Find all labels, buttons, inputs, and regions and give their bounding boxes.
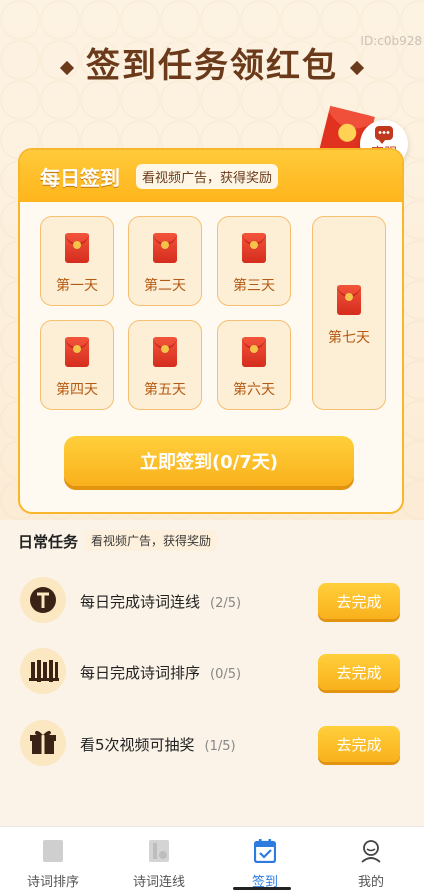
- gift-icon: [20, 720, 66, 766]
- day-card-7[interactable]: 第七天: [312, 216, 386, 410]
- sort-icon: [43, 840, 63, 862]
- tab-poem-sort[interactable]: 诗词排序: [0, 827, 106, 892]
- bars-sort-icon: [20, 648, 66, 694]
- daily-signin-subtitle: 看视频广告，获得奖励: [136, 164, 279, 189]
- day-card-1[interactable]: 第一天: [40, 216, 114, 306]
- task-go-button[interactable]: 去完成: [318, 654, 400, 690]
- chat-bubble-icon: [375, 126, 393, 144]
- day-card-4[interactable]: 第四天: [40, 320, 114, 410]
- task-progress: (1/5): [204, 739, 236, 754]
- link-icon: [149, 840, 169, 862]
- task-go-button[interactable]: 去完成: [318, 726, 400, 762]
- tab-label: 诗词连线: [132, 875, 185, 890]
- tab-profile[interactable]: 我的: [318, 827, 424, 892]
- tab-signin[interactable]: 签到: [212, 827, 318, 892]
- daily-signin-title: 每日签到: [40, 166, 120, 190]
- diamond-left-icon: [59, 60, 75, 75]
- task-go-button[interactable]: 去完成: [318, 583, 400, 619]
- home-indicator: [233, 887, 291, 890]
- task-progress: (0/5): [210, 667, 242, 682]
- red-envelope-icon: [337, 285, 361, 315]
- tab-label: 诗词排序: [26, 875, 79, 890]
- calendar-check-icon: [254, 839, 276, 863]
- day-label: 第五天: [144, 382, 186, 398]
- tab-poem-link[interactable]: 诗词连线: [106, 827, 212, 892]
- user-icon: [361, 840, 381, 863]
- task-row: 看5次视频可抽奖 (1/5) 去完成: [0, 714, 424, 774]
- task-row: 每日完成诗词连线 (2/5) 去完成: [0, 571, 424, 631]
- red-envelope-icon: [153, 233, 177, 263]
- task-progress: (2/5): [210, 596, 242, 611]
- task-name-text: 每日完成诗词排序: [80, 664, 201, 682]
- day-label: 第三天: [233, 278, 275, 294]
- red-envelope-icon: [242, 337, 266, 367]
- day-card-2[interactable]: 第二天: [128, 216, 202, 306]
- task-name: 每日完成诗词连线 (2/5): [80, 591, 241, 612]
- t-badge-icon: [20, 577, 66, 623]
- sign-in-button[interactable]: 立即签到(0/7天): [64, 436, 354, 486]
- day-label: 第一天: [56, 278, 98, 294]
- diamond-right-icon: [349, 60, 365, 75]
- tab-label: 我的: [357, 875, 384, 890]
- day-label: 第六天: [233, 382, 275, 398]
- red-envelope-icon: [153, 337, 177, 367]
- red-envelope-icon: [65, 337, 89, 367]
- task-name: 每日完成诗词排序 (0/5): [80, 662, 241, 683]
- day-card-5[interactable]: 第五天: [128, 320, 202, 410]
- red-envelope-icon: [242, 233, 266, 263]
- page-title: 签到任务领红包: [0, 38, 424, 87]
- daily-tasks-subtitle: 看视频广告，获得奖励: [85, 530, 218, 551]
- task-name: 看5次视频可抽奖 (1/5): [80, 734, 236, 755]
- task-name-text: 每日完成诗词连线: [80, 593, 201, 611]
- task-name-text: 看5次视频可抽奖: [80, 736, 195, 754]
- bottom-tab-bar: 诗词排序 诗词连线 签到 我的: [0, 826, 424, 892]
- task-row: 每日完成诗词排序 (0/5) 去完成: [0, 642, 424, 702]
- day-card-3[interactable]: 第三天: [217, 216, 291, 306]
- day-label: 第四天: [56, 382, 98, 398]
- daily-signin-header: 每日签到 看视频广告，获得奖励: [20, 150, 402, 202]
- day-label: 第七天: [328, 330, 370, 346]
- day-label: 第二天: [144, 278, 186, 294]
- page-title-text: 签到任务领红包: [86, 46, 338, 86]
- day-card-6[interactable]: 第六天: [217, 320, 291, 410]
- daily-tasks-title: 日常任务: [18, 533, 79, 551]
- red-envelope-icon: [65, 233, 89, 263]
- daily-signin-card: 每日签到 看视频广告，获得奖励 第一天 第二天 第三天 第四天 第五天 第六天 …: [18, 148, 404, 514]
